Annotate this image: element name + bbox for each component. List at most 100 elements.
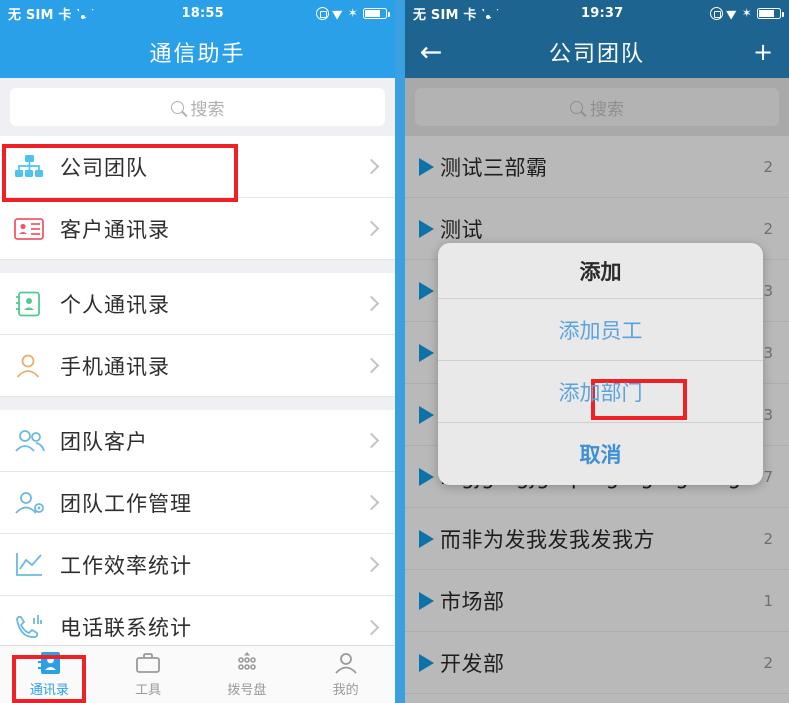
page-title: 通信助手 xyxy=(149,42,246,67)
chevron-right-icon xyxy=(363,619,380,635)
add-button[interactable]: + xyxy=(737,40,789,64)
person-icon xyxy=(14,353,60,379)
tab-tools[interactable]: 工具 xyxy=(99,646,198,703)
wifi-icon xyxy=(482,8,495,19)
tab-dialpad[interactable]: 拨号盘 xyxy=(198,646,297,703)
search-icon xyxy=(570,100,583,114)
tab-contacts[interactable]: 通讯录 xyxy=(0,646,99,703)
member-count: 7 xyxy=(763,467,773,486)
left-phone-screen: 无 SIM 卡 18:55 ✶ 通信助手 搜索 公司团队 客户通讯录 个人通讯录… xyxy=(0,0,395,703)
option-label: 添加员工 xyxy=(558,318,643,343)
page-title: 公司团队 xyxy=(548,42,645,67)
search-icon xyxy=(170,100,184,114)
rotation-lock-icon xyxy=(315,6,329,20)
bottom-tab-bar: 通讯录 工具 拨号盘 我的 xyxy=(0,645,395,703)
sidebar-item-phone-contacts[interactable]: 手机通讯录 xyxy=(0,335,395,397)
profile-icon xyxy=(334,653,357,674)
briefcase-icon xyxy=(136,653,161,673)
member-count: 2 xyxy=(763,653,773,672)
chevron-right-icon xyxy=(363,158,380,175)
status-time: 19:37 xyxy=(580,5,624,21)
back-button[interactable]: ← xyxy=(405,39,457,66)
expand-triangle-icon[interactable] xyxy=(419,467,434,486)
sidebar-item-label: 个人通讯录 xyxy=(60,292,170,317)
add-action-sheet: 添加 添加员工 添加部门 取消 xyxy=(438,243,763,485)
list-item[interactable]: 而非为发我发我发我方 2 xyxy=(405,508,789,570)
left-search-container: 搜索 xyxy=(0,78,395,136)
member-count: 3 xyxy=(763,405,773,424)
member-count: 3 xyxy=(763,343,773,362)
member-count: 1 xyxy=(763,591,773,610)
sidebar-group-2: 个人通讯录 手机通讯录 xyxy=(0,273,395,397)
expand-triangle-icon[interactable] xyxy=(419,281,434,300)
contact-book-icon xyxy=(14,291,60,317)
sidebar-item-personal-contacts[interactable]: 个人通讯录 xyxy=(0,273,395,335)
cancel-button[interactable]: 取消 xyxy=(438,423,763,485)
tab-label: 我的 xyxy=(332,683,359,698)
status-left-group: 无 SIM 卡 xyxy=(413,4,495,23)
option-label: 添加部门 xyxy=(558,380,643,405)
battery-icon xyxy=(757,7,784,19)
list-item[interactable]: 市场部 1 xyxy=(405,570,789,632)
right-nav-bar: ← 公司团队 + xyxy=(405,26,789,78)
carrier-label: 无 SIM 卡 xyxy=(8,7,72,23)
sidebar-item-label: 手机通讯录 xyxy=(60,354,170,379)
search-input[interactable]: 搜索 xyxy=(415,88,779,126)
member-count: 2 xyxy=(763,529,773,548)
battery-icon xyxy=(363,7,390,19)
group-separator xyxy=(0,260,395,273)
right-phone-screen: 无 SIM 卡 19:37 ✶ ← 公司团队 + 搜索 测试三部霸 2 测试 2… xyxy=(405,0,789,703)
expand-triangle-icon[interactable] xyxy=(419,529,434,548)
sidebar-item-label: 团队工作管理 xyxy=(60,491,192,516)
department-name: 市场部 xyxy=(440,589,505,614)
tab-profile[interactable]: 我的 xyxy=(296,646,395,703)
sidebar-item-label: 电话联系统计 xyxy=(60,616,192,640)
right-status-bar: 无 SIM 卡 19:37 ✶ xyxy=(405,0,789,26)
expand-triangle-icon[interactable] xyxy=(419,219,434,238)
bluetooth-icon: ✶ xyxy=(741,6,752,20)
list-item[interactable]: 测试三部霸 2 xyxy=(405,136,789,198)
status-time: 18:55 xyxy=(181,5,224,21)
expand-triangle-icon[interactable] xyxy=(419,405,434,424)
chevron-right-icon xyxy=(363,432,380,449)
expand-triangle-icon[interactable] xyxy=(419,157,434,176)
expand-triangle-icon[interactable] xyxy=(419,591,434,610)
sidebar-item-label: 公司团队 xyxy=(60,155,148,180)
line-chart-icon xyxy=(14,552,60,578)
member-count: 3 xyxy=(763,281,773,300)
group-icon xyxy=(14,429,60,453)
member-count: 2 xyxy=(763,219,773,238)
phone-signal-icon xyxy=(14,614,60,640)
sidebar-item-label: 客户通讯录 xyxy=(60,217,170,242)
member-count: 2 xyxy=(763,157,773,176)
search-input[interactable]: 搜索 xyxy=(10,88,385,126)
sidebar-item-team-work-management[interactable]: 团队工作管理 xyxy=(0,472,395,534)
location-arrow-icon xyxy=(331,6,345,20)
tab-label: 工具 xyxy=(135,683,162,698)
department-name: 而非为发我发我发我方 xyxy=(440,527,655,552)
sidebar-item-label: 工作效率统计 xyxy=(60,553,192,578)
department-name: 开发部 xyxy=(440,651,505,676)
tab-label: 通讯录 xyxy=(29,683,69,698)
expand-triangle-icon[interactable] xyxy=(419,653,434,672)
list-item[interactable]: 开发部 2 xyxy=(405,632,789,694)
search-placeholder: 搜索 xyxy=(190,99,225,120)
sidebar-group-1: 公司团队 客户通讯录 xyxy=(0,136,395,260)
screen-divider xyxy=(395,0,405,703)
status-right-group: ✶ xyxy=(315,6,390,20)
group-separator xyxy=(0,397,395,410)
add-department-option[interactable]: 添加部门 xyxy=(438,361,763,423)
chevron-right-icon xyxy=(363,220,380,237)
chevron-right-icon xyxy=(363,357,380,374)
add-employee-option[interactable]: 添加员工 xyxy=(438,299,763,420)
sidebar-item-label: 团队客户 xyxy=(60,429,148,454)
action-sheet-title: 添加 xyxy=(438,243,763,299)
sidebar-item-customer-contacts[interactable]: 客户通讯录 xyxy=(0,198,395,260)
sidebar-item-efficiency-stats[interactable]: 工作效率统计 xyxy=(0,534,395,596)
sidebar-item-company-team[interactable]: 公司团队 xyxy=(0,136,395,198)
left-nav-bar: 通信助手 xyxy=(0,26,395,78)
sidebar-item-team-customers[interactable]: 团队客户 xyxy=(0,410,395,472)
search-placeholder: 搜索 xyxy=(590,99,624,120)
expand-triangle-icon[interactable] xyxy=(419,343,434,362)
id-card-icon xyxy=(14,217,60,241)
